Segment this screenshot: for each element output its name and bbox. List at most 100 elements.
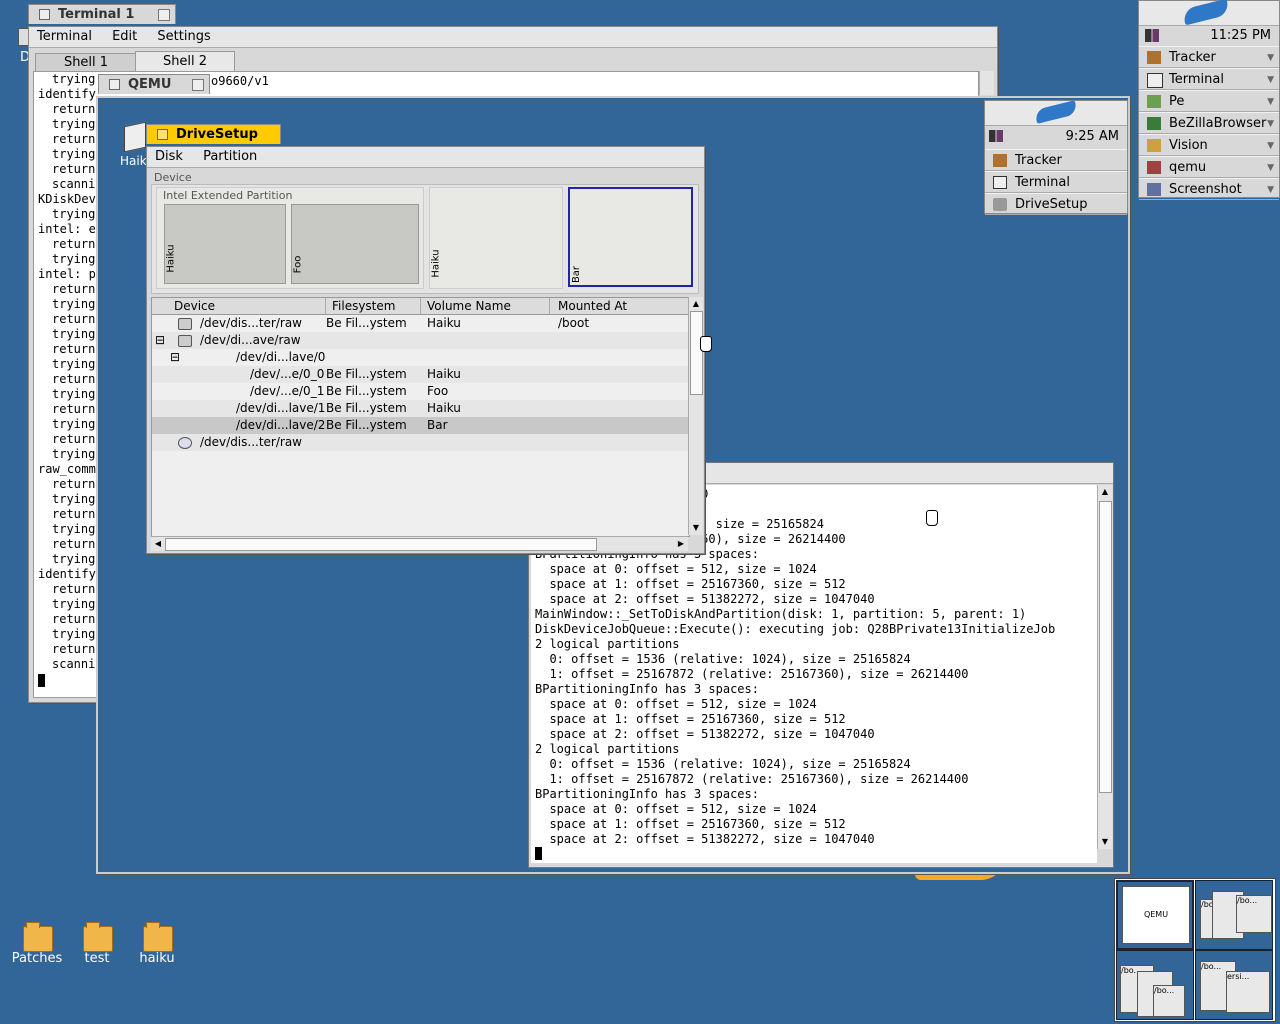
terminal1-scrollbar[interactable] xyxy=(979,71,994,95)
terminal-line: space at 2: offset = 51382272, size = 10… xyxy=(535,727,875,741)
table-row[interactable]: /dev/...e/0_0 Be Fil...ystem Haiku xyxy=(152,366,689,383)
terminal-line: DiskDeviceJobQueue::Execute(): executing… xyxy=(535,622,1056,636)
partition-label: Bar xyxy=(571,265,583,284)
scroll-down-icon[interactable]: ▼ xyxy=(689,521,703,535)
table-row[interactable]: /dev/dis...ter/raw xyxy=(152,434,689,451)
drivesetup-title-tab[interactable]: DriveSetup xyxy=(146,124,281,144)
terminal1-title-tab[interactable]: Terminal 1 xyxy=(28,4,176,24)
terminal-line: space at 1: offset = 25167360, size = 51… xyxy=(535,712,846,726)
scroll-up-icon[interactable]: ▲ xyxy=(1098,485,1112,499)
guest-terminal-scrollbar[interactable]: ▲ ▼ xyxy=(1097,485,1112,849)
deskbar-item-label: Terminal xyxy=(1015,175,1070,190)
zoom-icon[interactable] xyxy=(158,9,170,21)
terminal-line: 0: offset = 1536 (relative: 1024), size … xyxy=(535,757,911,771)
drivesetup-icon xyxy=(993,198,1007,211)
cell-device: /dev/dis...ter/raw xyxy=(200,316,302,330)
partition-haiku-1[interactable]: Haiku xyxy=(164,204,286,284)
tab-shell-2[interactable]: Shell 2 xyxy=(135,51,235,71)
screenshot-icon xyxy=(1147,183,1161,196)
column-volume-name[interactable]: Volume Name xyxy=(420,298,511,314)
deskbar-item-pe[interactable]: Pe ▼ xyxy=(1139,90,1279,112)
menu-edit[interactable]: Edit xyxy=(104,29,145,44)
partition-bar-selected[interactable]: Bar xyxy=(568,187,693,287)
partition-haiku-2[interactable]: Haiku xyxy=(429,187,563,289)
menu-partition[interactable]: Partition xyxy=(195,149,265,164)
haiku-leaf-logo[interactable] xyxy=(985,100,1127,125)
table-row[interactable]: /dev/di...lave/2 Be Fil...ystem Bar xyxy=(152,417,689,434)
expand-arrow-icon[interactable]: ▼ xyxy=(1267,69,1274,91)
desktop-icon-haiku[interactable]: haiku xyxy=(122,920,192,970)
deskbar-item-terminal[interactable]: Terminal ▼ xyxy=(1139,68,1279,90)
table-row[interactable]: /dev/...e/0_1 Be Fil...ystem Foo xyxy=(152,383,689,400)
guest-deskbar-drivesetup[interactable]: DriveSetup xyxy=(985,193,1127,215)
table-row[interactable]: ⊟ /dev/di...ave/raw xyxy=(152,332,689,349)
column-filesystem[interactable]: Filesystem xyxy=(325,298,395,314)
workspace-4[interactable]: /bo... ersi... xyxy=(1195,950,1273,1020)
close-icon[interactable] xyxy=(39,9,50,20)
scroll-down-icon[interactable]: ▼ xyxy=(1098,835,1112,849)
guest-deskbar-terminal[interactable]: Terminal xyxy=(985,171,1127,193)
guest-deskbar-clock-row: 9:25 AM xyxy=(985,125,1127,148)
deskbar-item-bezillabrowser[interactable]: BeZillaBrowser ▼ xyxy=(1139,112,1279,134)
cd-icon xyxy=(178,437,192,449)
cell-volume: Foo xyxy=(427,384,449,398)
expand-arrow-icon[interactable]: ▼ xyxy=(1267,91,1274,113)
haiku-leaf-logo[interactable] xyxy=(1139,0,1279,26)
window-switcher-icon[interactable] xyxy=(989,130,1003,142)
scroll-right-icon[interactable]: ▶ xyxy=(674,537,688,551)
cell-volume: Haiku xyxy=(427,367,461,381)
scroll-thumb[interactable] xyxy=(1099,501,1112,793)
column-device[interactable]: Device xyxy=(174,298,215,314)
workspace-3[interactable]: /bo... /bo... xyxy=(1116,950,1194,1020)
close-icon[interactable] xyxy=(109,79,120,90)
expand-arrow-icon[interactable]: ▼ xyxy=(1267,113,1274,135)
drivesetup-window: Disk Partition Device Intel Extended Par… xyxy=(146,146,705,554)
table-row[interactable]: /dev/dis...ter/raw Be Fil...ystem Haiku/bo… xyxy=(152,315,689,332)
tracker-icon xyxy=(993,154,1007,167)
expand-arrow-icon[interactable]: ▼ xyxy=(1267,135,1274,157)
partition-label: Haiku xyxy=(430,249,442,278)
scroll-left-icon[interactable]: ◀ xyxy=(151,537,165,551)
qemu-title-tab[interactable]: QEMU xyxy=(98,74,210,94)
expander-icon[interactable]: ⊟ xyxy=(155,332,165,349)
scroll-up-icon[interactable]: ▲ xyxy=(689,297,703,311)
partition-list-hscroll[interactable]: ◀ ▶ xyxy=(151,536,688,551)
partition-foo[interactable]: Foo xyxy=(291,204,419,284)
scroll-thumb[interactable] xyxy=(165,538,597,551)
drivesetup-menubar: Disk Partition xyxy=(147,147,704,168)
menu-settings[interactable]: Settings xyxy=(149,29,218,44)
deskbar-item-vision[interactable]: Vision ▼ xyxy=(1139,134,1279,156)
expander-icon[interactable]: ⊟ xyxy=(170,349,180,366)
workspace-1[interactable]: QEMU xyxy=(1116,880,1194,950)
workspace-2[interactable]: /bo... /bo... xyxy=(1195,880,1273,950)
partition-list-vscroll[interactable]: ▲ ▼ xyxy=(688,297,703,535)
expand-arrow-icon[interactable]: ▼ xyxy=(1267,157,1274,179)
cell-filesystem: Be Fil...ystem xyxy=(326,401,407,415)
tab-shell-1[interactable]: Shell 1 xyxy=(35,53,137,72)
zoom-icon[interactable] xyxy=(192,79,204,91)
deskbar-item-tracker[interactable]: Tracker ▼ xyxy=(1139,46,1279,68)
menu-terminal[interactable]: Terminal xyxy=(29,29,100,44)
terminal-icon xyxy=(1147,73,1163,88)
table-row[interactable]: ⊟ /dev/di...lave/0 xyxy=(152,349,689,366)
cell-device: /dev/di...ave/raw xyxy=(200,333,301,347)
deskbar-item-qemu[interactable]: qemu ▼ xyxy=(1139,156,1279,178)
expand-arrow-icon[interactable]: ▼ xyxy=(1267,47,1274,69)
window-switcher-icon[interactable] xyxy=(1145,29,1159,42)
deskbar-clock[interactable]: 11:25 PM xyxy=(1210,28,1271,43)
deskbar-item-screenshot[interactable]: Screenshot ▼ xyxy=(1139,178,1279,200)
terminal1-menubar: Terminal Edit Settings xyxy=(29,27,997,48)
guest-deskbar-tracker[interactable]: Tracker xyxy=(985,149,1127,171)
guest-clock[interactable]: 9:25 AM xyxy=(1066,129,1119,144)
menu-disk[interactable]: Disk xyxy=(147,149,191,164)
scroll-thumb[interactable] xyxy=(690,311,703,395)
terminal-line: space at 1: offset = 25167360, size = 51… xyxy=(535,817,846,831)
partition-list: Device Filesystem Volume Name Mounted At… xyxy=(151,297,690,537)
close-icon[interactable] xyxy=(157,129,168,140)
extended-partition-box[interactable]: Intel Extended Partition Haiku Foo xyxy=(156,187,424,289)
column-mounted-at[interactable]: Mounted At xyxy=(549,298,627,314)
harddisk-icon xyxy=(178,335,192,347)
expand-arrow-icon[interactable]: ▼ xyxy=(1267,179,1274,201)
disk-map: Intel Extended Partition Haiku Foo Haiku… xyxy=(151,184,699,294)
table-row[interactable]: /dev/di...lave/1 Be Fil...ystem Haiku xyxy=(152,400,689,417)
